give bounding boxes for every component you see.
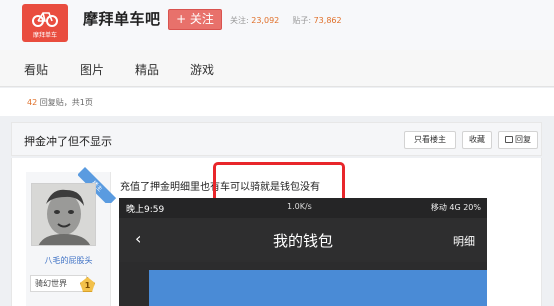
phone-title: 我的钱包: [272, 232, 333, 250]
author-name[interactable]: 八毛的屁股头: [26, 255, 111, 266]
avatar[interactable]: [31, 183, 96, 246]
post-image[interactable]: 晚上9:59 1.0K/s 移动 4G 20% ‹ 我的钱包 明细: [119, 198, 487, 306]
follow-button[interactable]: + 关注: [168, 9, 222, 30]
op-only-button[interactable]: 只看楼主: [404, 131, 456, 149]
phone-status-bar: 晚上9:59 1.0K/s 移动 4G 20%: [119, 198, 487, 218]
level-name: 骑幻世界: [35, 279, 67, 288]
level-number: 1: [80, 277, 95, 292]
wallet-card: [149, 270, 487, 306]
logo-text: 摩拜单车: [32, 32, 57, 39]
phone-app-bar: ‹ 我的钱包 明细: [119, 218, 487, 262]
nav-item-games[interactable]: 游戏: [190, 61, 214, 78]
level-badge[interactable]: 骑幻世界 1: [30, 275, 95, 292]
author-panel: 楼主 八毛的屁股头 骑幻世界 1: [26, 167, 117, 306]
favorite-button[interactable]: 收藏: [462, 131, 492, 149]
forum-stats: 关注: 23,092 贴子: 73,862: [230, 15, 342, 26]
reply-button-label: 回复: [515, 135, 531, 144]
follow-count: 23,092: [251, 16, 280, 25]
reply-bar: 42 回复贴，共1页: [0, 88, 554, 116]
nav-item-posts[interactable]: 看贴: [24, 61, 48, 78]
reply-count: 42: [27, 98, 38, 107]
thread-title-bar: 押金冲了但不显示 只看楼主 收藏 回复: [11, 122, 542, 156]
forum-header: 摩拜单车 摩拜单车吧 + 关注 关注: 23,092 贴子: 73,862: [0, 0, 554, 50]
reply-button[interactable]: 回复: [498, 131, 538, 149]
comment-icon: [505, 136, 513, 143]
phone-speed: 1.0K/s: [287, 202, 312, 211]
phone-detail: 明细: [453, 235, 475, 248]
nav-item-featured[interactable]: 精品: [135, 61, 159, 78]
phone-body: [119, 262, 487, 306]
forum-nav: 看贴 图片 精品 游戏: [0, 50, 554, 87]
phone-time: 晚上9:59: [126, 205, 165, 215]
reply-info: 42 回复贴，共1页: [27, 97, 93, 108]
post-count: 73,862: [313, 16, 342, 25]
forum-logo[interactable]: 摩拜单车: [22, 4, 68, 42]
post: 楼主 八毛的屁股头 骑幻世界 1 充值了押金明细里也有车可以骑就是钱包没有 晚上…: [11, 158, 542, 306]
nav-item-images[interactable]: 图片: [80, 61, 104, 78]
thread-title: 押金冲了但不显示: [24, 135, 112, 148]
follow-count-label: 关注:: [230, 16, 249, 25]
forum-name[interactable]: 摩拜单车吧: [83, 8, 161, 29]
bike-icon: [32, 12, 58, 27]
avatar-portrait: [32, 184, 95, 245]
phone-status-right: 移动 4G 20%: [430, 203, 481, 212]
post-count-label: 贴子:: [292, 16, 312, 25]
reply-label: 回复贴，共1页: [39, 98, 93, 107]
